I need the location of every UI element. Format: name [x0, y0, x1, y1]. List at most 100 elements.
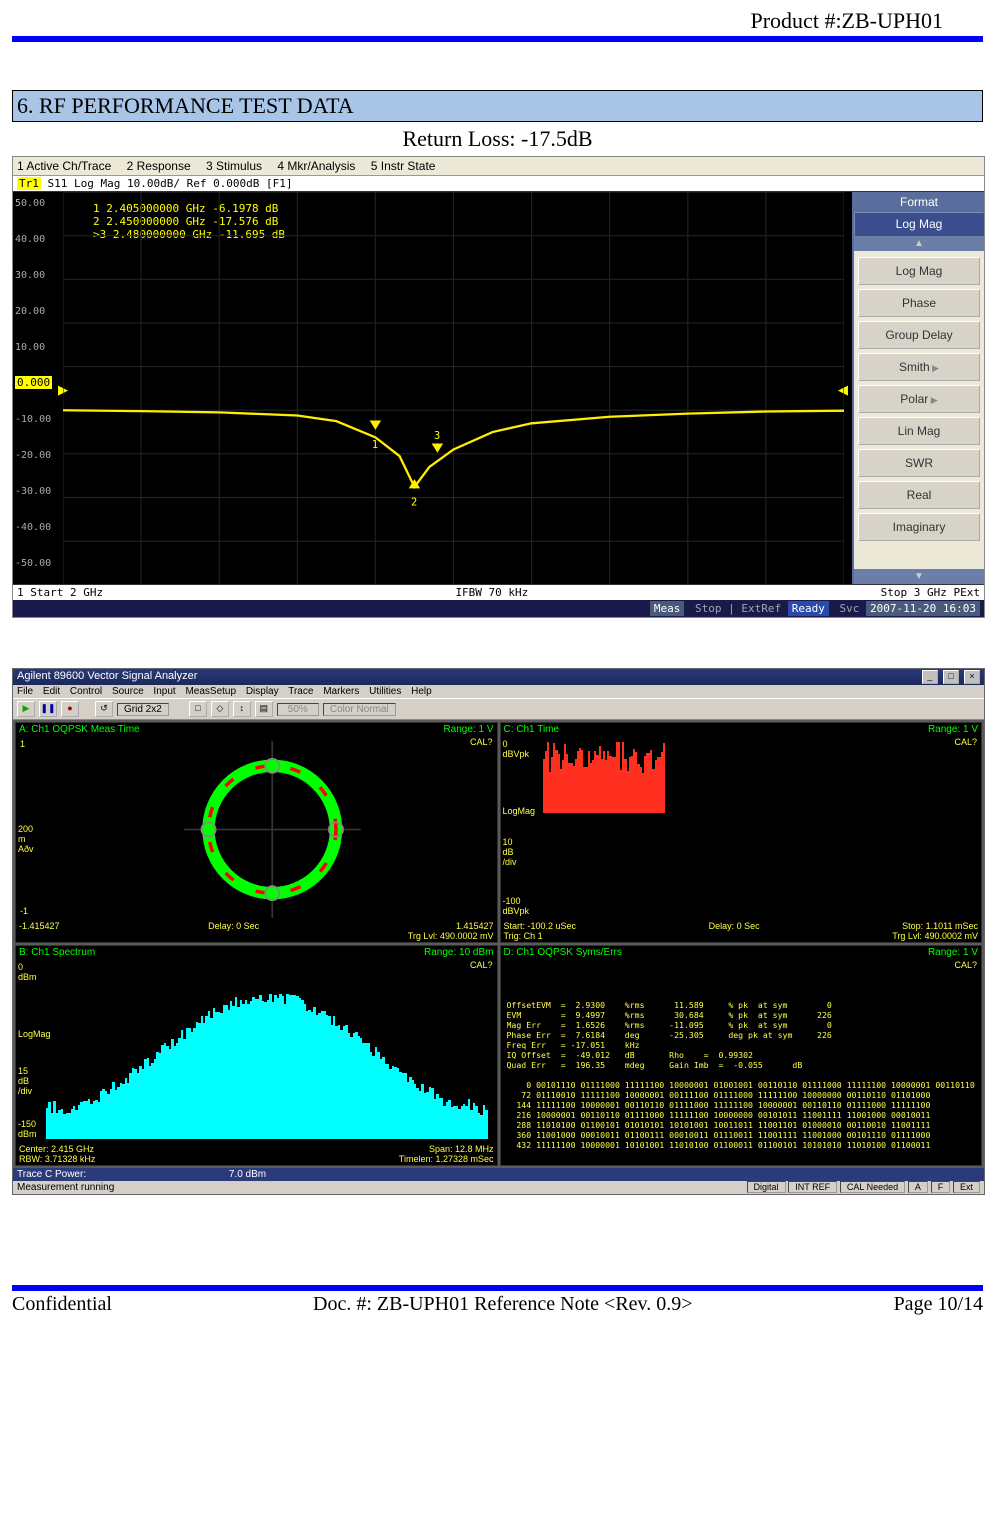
- scroll-down-icon[interactable]: ▼: [854, 569, 984, 584]
- menu-help[interactable]: Help: [411, 686, 432, 697]
- menu-display[interactable]: Display: [246, 686, 279, 697]
- foot-l: -1.415427: [19, 921, 60, 941]
- fmt-real-button[interactable]: Real: [858, 481, 980, 509]
- maximize-icon[interactable]: □: [943, 670, 959, 684]
- fmt-phase-button[interactable]: Phase: [858, 289, 980, 317]
- na-sidebar: Format Log Mag ▲ Log Mag Phase Group Del…: [852, 192, 984, 584]
- pane-d-syms: D: Ch1 OQPSK Syms/Errs Range: 1 V CAL? Of…: [500, 945, 983, 1166]
- status-meas: Meas: [650, 601, 685, 616]
- menu-meassetup[interactable]: MeasSetup: [185, 686, 236, 697]
- status-f: F: [931, 1181, 951, 1193]
- play-icon[interactable]: ▶: [17, 701, 35, 717]
- pane-a-range: Range: 1 V: [443, 724, 493, 735]
- vsa-menubar: File Edit Control Source Input MeasSetup…: [13, 685, 984, 698]
- menu-markers[interactable]: Markers: [323, 686, 359, 697]
- ylabel: -30.00: [15, 486, 51, 497]
- vsa-titlebar: Agilent 89600 Vector Signal Analyzer _ □…: [13, 669, 984, 685]
- menu-instr[interactable]: 5 Instr State: [371, 159, 436, 173]
- menu-file[interactable]: File: [17, 686, 33, 697]
- close-icon[interactable]: ×: [964, 670, 980, 684]
- sidebar-head: Format: [854, 192, 984, 212]
- pane-b-spectrum: B: Ch1 SpectrumRange: 10 dBm CAL? 0 dBm …: [15, 945, 498, 1166]
- ylabel: 40.00: [15, 234, 45, 245]
- color-select[interactable]: Color Normal: [323, 703, 396, 716]
- menu-trace[interactable]: Trace: [288, 686, 313, 697]
- foot-m: Delay: 0 Sec: [709, 921, 760, 941]
- menu-input[interactable]: Input: [153, 686, 175, 697]
- trace-id: Tr1: [17, 177, 41, 190]
- foot-r: Span: 12.8 MHz Timelen: 1.27328 mSec: [399, 1144, 494, 1164]
- pane-b-title: B: Ch1 Spectrum: [19, 947, 95, 958]
- fmt-polar-button[interactable]: Polar: [858, 385, 980, 413]
- footer-rule: [12, 1285, 983, 1291]
- menu-edit[interactable]: Edit: [43, 686, 60, 697]
- fmt-groupdelay-button[interactable]: Group Delay: [858, 321, 980, 349]
- pane-c-title: C: Ch1 Time: [504, 724, 560, 735]
- ylabel: -10.00: [15, 414, 51, 425]
- axis-scale: 10 dB /div: [503, 837, 517, 867]
- vsa-trace-bar: Trace C Power: 7.0 dBm: [13, 1168, 984, 1181]
- stop-freq: Stop 3 GHz PExt: [881, 586, 980, 599]
- fmt-smith-button[interactable]: Smith: [858, 353, 980, 381]
- status-ready: Ready: [788, 601, 829, 616]
- tool-d[interactable]: ▤: [255, 701, 273, 717]
- status-intref: INT REF: [788, 1181, 837, 1193]
- svg-text:3: 3: [434, 430, 440, 442]
- foot-m: Delay: 0 Sec: [208, 921, 259, 941]
- axis-top: 0 dBm: [18, 962, 37, 982]
- zoom-field[interactable]: 50%: [277, 703, 319, 716]
- grid-select[interactable]: Grid 2x2: [117, 703, 169, 716]
- menu-utilities[interactable]: Utilities: [369, 686, 401, 697]
- axis-mid: 200 m Aðv: [18, 824, 34, 854]
- s11-curve: 1 2 3: [63, 192, 844, 584]
- vsa-status-bar: Measurement running Digital INT REF CAL …: [13, 1181, 984, 1194]
- window-controls: _ □ ×: [920, 670, 980, 684]
- pane-a-title: A: Ch1 OQPSK Meas Time: [19, 724, 140, 735]
- axis-top: 0 dBVpk: [503, 739, 530, 759]
- header-rule: [12, 36, 983, 42]
- pane-b-range: Range: 10 dBm: [424, 947, 494, 958]
- minimize-icon[interactable]: _: [922, 670, 938, 684]
- fmt-swr-button[interactable]: SWR: [858, 449, 980, 477]
- product-header: Product #:ZB-UPH01: [12, 8, 983, 34]
- trace-desc: S11 Log Mag 10.00dB/ Ref 0.000dB [F1]: [48, 177, 293, 190]
- menu-source[interactable]: Source: [112, 686, 144, 697]
- status-stop: Stop: [695, 602, 722, 615]
- tool-b[interactable]: ◇: [211, 701, 229, 717]
- tool-a[interactable]: □: [189, 701, 207, 717]
- menu-active-ch[interactable]: 1 Active Ch/Trace: [17, 159, 111, 173]
- trace-label: Trace C Power:: [17, 1169, 86, 1180]
- time-burst: [543, 741, 974, 813]
- na-trace-info: Tr1 S11 Log Mag 10.00dB/ Ref 0.000dB [F1…: [13, 176, 984, 192]
- pause-icon[interactable]: ❚❚: [39, 701, 57, 717]
- pane-d-title: D: Ch1 OQPSK Syms/Errs: [504, 947, 622, 958]
- page-footer: Confidential Doc. #: ZB-UPH01 Reference …: [12, 1293, 983, 1316]
- foot-r: 1.415427 Trg Lvl: 490.0002 mV: [408, 921, 494, 941]
- ylabel: 20.00: [15, 306, 45, 317]
- tool-c[interactable]: ↕: [233, 701, 251, 717]
- menu-mkr[interactable]: 4 Mkr/Analysis: [277, 159, 355, 173]
- na-menubar: 1 Active Ch/Trace 2 Response 3 Stimulus …: [13, 157, 984, 176]
- menu-stimulus[interactable]: 3 Stimulus: [206, 159, 262, 173]
- menu-control[interactable]: Control: [70, 686, 102, 697]
- menu-response[interactable]: 2 Response: [127, 159, 191, 173]
- status-left: Measurement running: [17, 1182, 114, 1193]
- svg-text:1: 1: [372, 439, 378, 451]
- footer-page: Page 10/14: [894, 1293, 983, 1316]
- restart-icon[interactable]: ↺: [95, 701, 113, 717]
- spectrum-plot: [46, 989, 489, 1139]
- fmt-imag-button[interactable]: Imaginary: [858, 513, 980, 541]
- footer-doc: Doc. #: ZB-UPH01 Reference Note <Rev. 0.…: [313, 1293, 693, 1316]
- ylabel: 10.00: [15, 342, 45, 353]
- fmt-linmag-button[interactable]: Lin Mag: [858, 417, 980, 445]
- fmt-logmag-button[interactable]: Log Mag: [858, 257, 980, 285]
- pane-a-constellation: A: Ch1 OQPSK Meas TimeRange: 1 V CAL? 1 …: [15, 722, 498, 943]
- sidebar-selected[interactable]: Log Mag: [854, 212, 984, 236]
- record-icon[interactable]: ●: [61, 701, 79, 717]
- status-a: A: [908, 1181, 928, 1193]
- pane-d-range: Range: 1 V: [928, 947, 978, 958]
- cal-badge: CAL?: [954, 960, 977, 970]
- syms-metrics: OffsetEVM = 2.9300 %rms 11.589 % pk at s…: [507, 1000, 976, 1151]
- scroll-up-icon[interactable]: ▲: [854, 236, 984, 251]
- status-ext: Ext: [953, 1181, 980, 1193]
